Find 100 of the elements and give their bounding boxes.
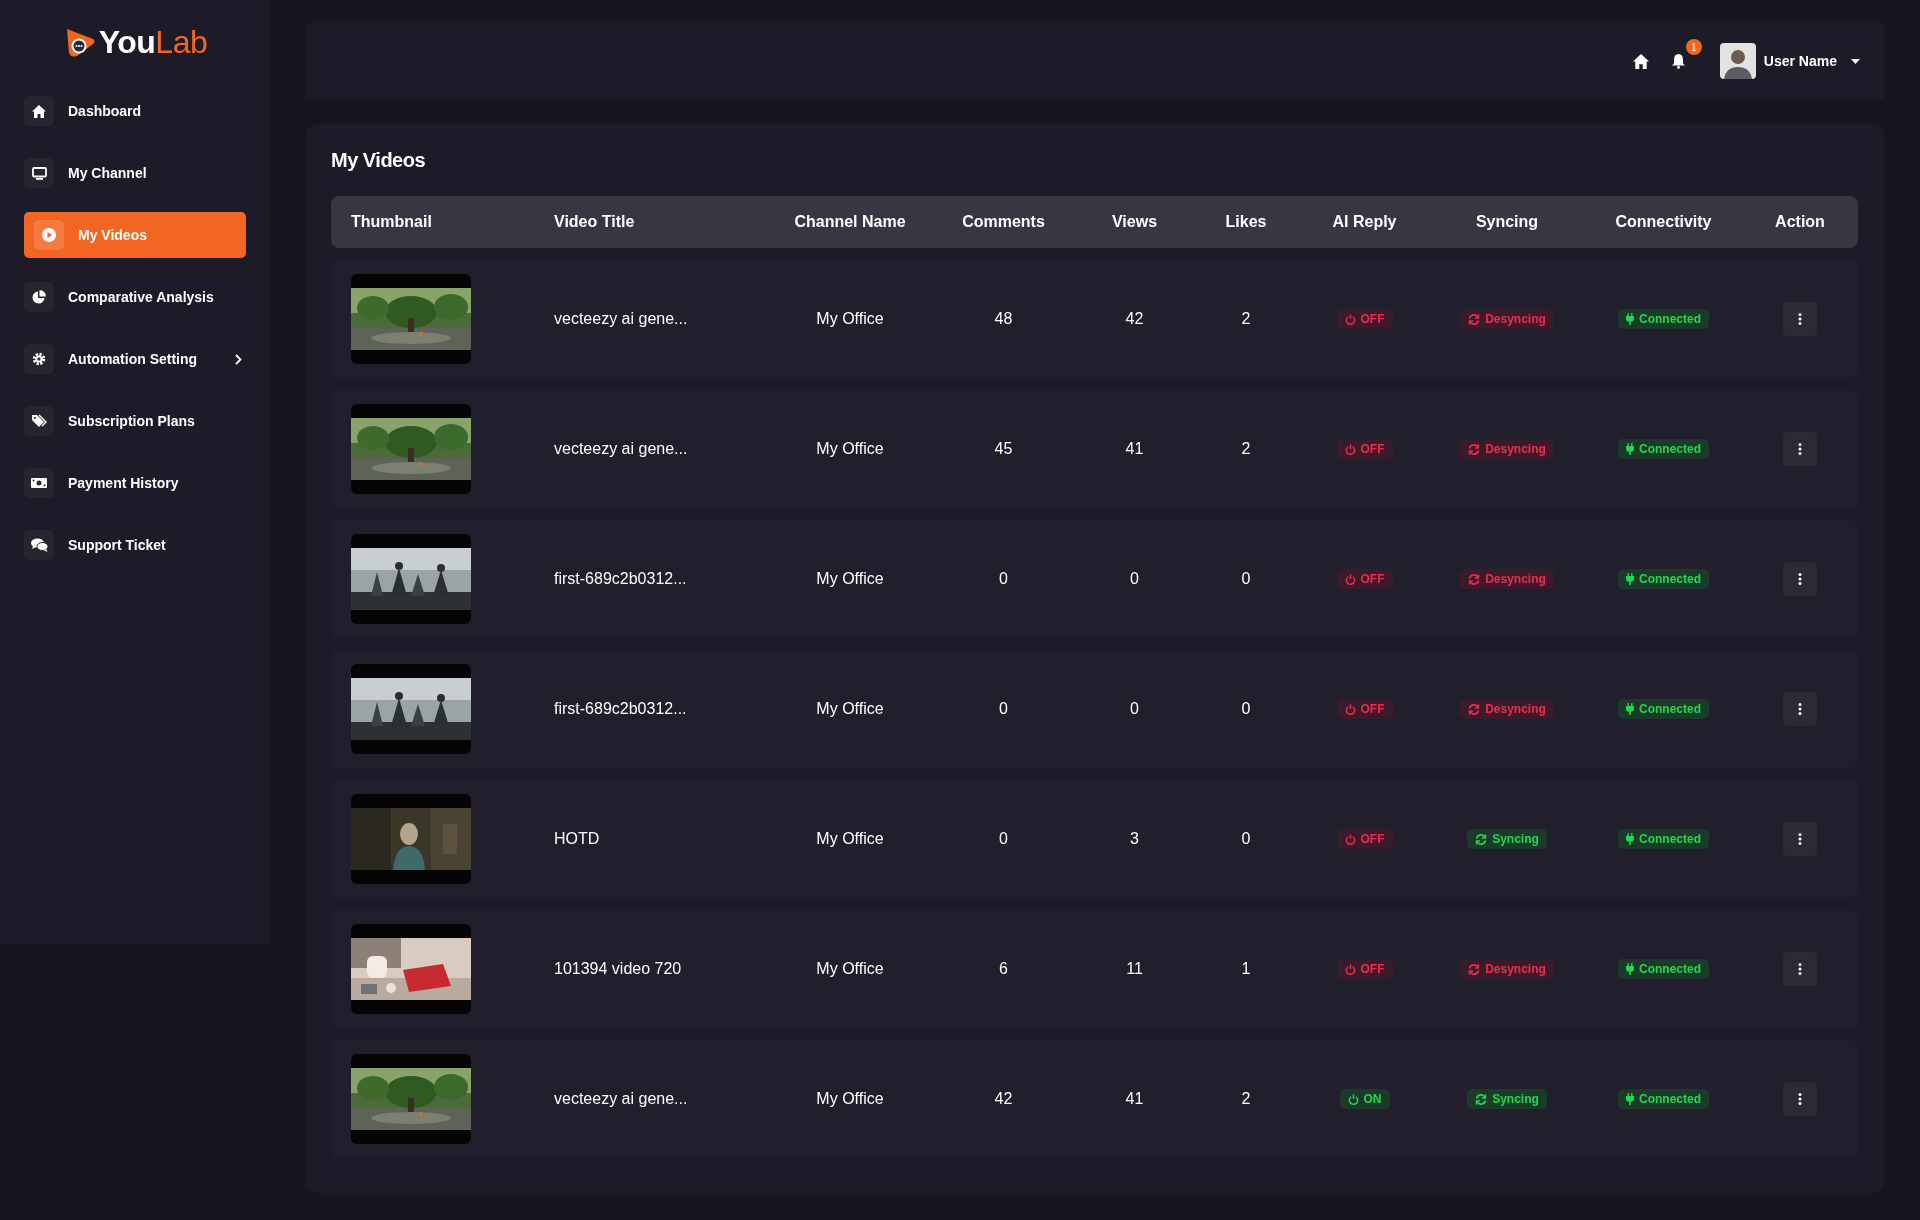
more-options-button[interactable] bbox=[1783, 692, 1817, 726]
column-header: Likes bbox=[1224, 213, 1268, 231]
more-vertical-icon bbox=[1798, 313, 1802, 325]
sync-badge: Desyncing bbox=[1460, 309, 1554, 329]
column-header: Comments bbox=[961, 213, 1046, 231]
home-icon bbox=[32, 104, 46, 118]
more-vertical-icon bbox=[1798, 573, 1802, 585]
channel-name: My Office bbox=[815, 440, 885, 458]
column-header: Thumbnail bbox=[350, 213, 433, 231]
user-menu[interactable]: User Name bbox=[1719, 43, 1860, 79]
comment-count: 48 bbox=[993, 310, 1014, 328]
sync-badge: Desyncing bbox=[1460, 439, 1554, 459]
connectivity-badge: Connected bbox=[1618, 699, 1709, 719]
sync-badge: Desyncing bbox=[1460, 959, 1554, 979]
view-count: 3 bbox=[1129, 830, 1140, 848]
ai-reply-badge: OFF bbox=[1336, 959, 1393, 979]
sync-badge: Syncing bbox=[1467, 829, 1547, 849]
channel-name: My Office bbox=[815, 830, 885, 848]
like-count: 2 bbox=[1240, 310, 1252, 328]
connectivity-badge: Connected bbox=[1618, 829, 1709, 849]
ai-reply-badge: OFF bbox=[1336, 439, 1393, 459]
view-count: 41 bbox=[1124, 1090, 1145, 1108]
view-count: 11 bbox=[1125, 960, 1144, 978]
chat-icon bbox=[30, 538, 48, 552]
money-icon bbox=[31, 477, 47, 489]
more-vertical-icon bbox=[1798, 963, 1802, 975]
column-header: Views bbox=[1110, 213, 1159, 231]
ai-reply-badge: OFF bbox=[1336, 309, 1393, 329]
like-count: 2 bbox=[1240, 440, 1252, 458]
comment-count: 6 bbox=[998, 960, 1009, 978]
more-vertical-icon bbox=[1798, 703, 1802, 715]
connectivity-badge: Connected bbox=[1618, 569, 1709, 589]
play-icon bbox=[42, 228, 56, 242]
channel-name: My Office bbox=[815, 700, 885, 718]
column-header: Video Title bbox=[553, 213, 636, 231]
more-options-button[interactable] bbox=[1783, 562, 1817, 596]
channel-name: My Office bbox=[815, 570, 885, 588]
ai-reply-badge: ON bbox=[1339, 1089, 1390, 1109]
comment-count: 0 bbox=[998, 700, 1009, 718]
connectivity-badge: Connected bbox=[1618, 439, 1709, 459]
nav-item[interactable]: Support Ticket bbox=[24, 522, 246, 568]
ai-reply-badge: OFF bbox=[1336, 699, 1393, 719]
like-count: 2 bbox=[1240, 1090, 1252, 1108]
more-vertical-icon bbox=[1798, 443, 1802, 455]
logo-text: YouLab bbox=[98, 23, 208, 61]
video-title: vecteezy ai gene... bbox=[553, 440, 689, 458]
video-title: vecteezy ai gene... bbox=[553, 1090, 689, 1108]
video-title: first-689c2b0312... bbox=[553, 570, 688, 588]
nav-item[interactable]: My Channel bbox=[24, 150, 246, 196]
connectivity-badge: Connected bbox=[1618, 1089, 1709, 1109]
nav-item[interactable]: Automation Setting bbox=[24, 336, 246, 382]
chevron-icon bbox=[235, 353, 242, 365]
comment-count: 45 bbox=[993, 440, 1014, 458]
like-count: 0 bbox=[1240, 570, 1252, 588]
comment-count: 0 bbox=[998, 570, 1009, 588]
view-count: 0 bbox=[1129, 700, 1140, 718]
more-vertical-icon bbox=[1798, 833, 1802, 845]
sync-badge: Desyncing bbox=[1460, 569, 1554, 589]
like-count: 0 bbox=[1240, 700, 1252, 718]
more-options-button[interactable] bbox=[1783, 1082, 1817, 1116]
page-title: My Videos bbox=[331, 149, 427, 172]
video-title: first-689c2b0312... bbox=[553, 700, 688, 718]
settings-icon bbox=[32, 352, 46, 366]
monitor-icon bbox=[31, 166, 47, 180]
channel-name: My Office bbox=[815, 310, 885, 328]
ai-reply-badge: OFF bbox=[1336, 829, 1393, 849]
comment-count: 0 bbox=[998, 830, 1009, 848]
bell-icon bbox=[1670, 53, 1686, 69]
more-options-button[interactable] bbox=[1783, 432, 1817, 466]
tag-icon bbox=[31, 414, 47, 428]
video-title: vecteezy ai gene... bbox=[553, 310, 689, 328]
column-header: Channel Name bbox=[793, 213, 907, 231]
nav-item[interactable]: Comparative Analysis bbox=[24, 274, 246, 320]
more-options-button[interactable] bbox=[1783, 822, 1817, 856]
view-count: 42 bbox=[1124, 310, 1145, 328]
ai-reply-badge: OFF bbox=[1336, 569, 1393, 589]
sync-badge: Syncing bbox=[1467, 1089, 1547, 1109]
sync-badge: Desyncing bbox=[1460, 699, 1554, 719]
nav-item[interactable]: Subscription Plans bbox=[24, 398, 246, 444]
pie-chart-icon bbox=[32, 290, 46, 304]
channel-name: My Office bbox=[815, 960, 885, 978]
view-count: 0 bbox=[1129, 570, 1140, 588]
column-header: Connectivity bbox=[1614, 213, 1713, 231]
nav-item[interactable]: Dashboard bbox=[24, 88, 246, 134]
channel-name: My Office bbox=[815, 1090, 885, 1108]
more-options-button[interactable] bbox=[1783, 302, 1817, 336]
like-count: 1 bbox=[1240, 960, 1252, 978]
more-options-button[interactable] bbox=[1783, 952, 1817, 986]
connectivity-badge: Connected bbox=[1618, 959, 1709, 979]
column-header: Syncing bbox=[1474, 213, 1540, 231]
notification-count: 1 bbox=[1685, 39, 1702, 55]
like-count: 0 bbox=[1240, 830, 1252, 848]
avatar bbox=[1719, 43, 1756, 79]
nav-item[interactable]: Payment History bbox=[24, 460, 246, 506]
connectivity-badge: Connected bbox=[1618, 309, 1709, 329]
more-vertical-icon bbox=[1798, 1093, 1802, 1105]
video-title: HOTD bbox=[553, 830, 601, 848]
home-icon bbox=[1632, 53, 1649, 69]
comment-count: 42 bbox=[993, 1090, 1014, 1108]
column-header: AI Reply bbox=[1331, 213, 1398, 231]
